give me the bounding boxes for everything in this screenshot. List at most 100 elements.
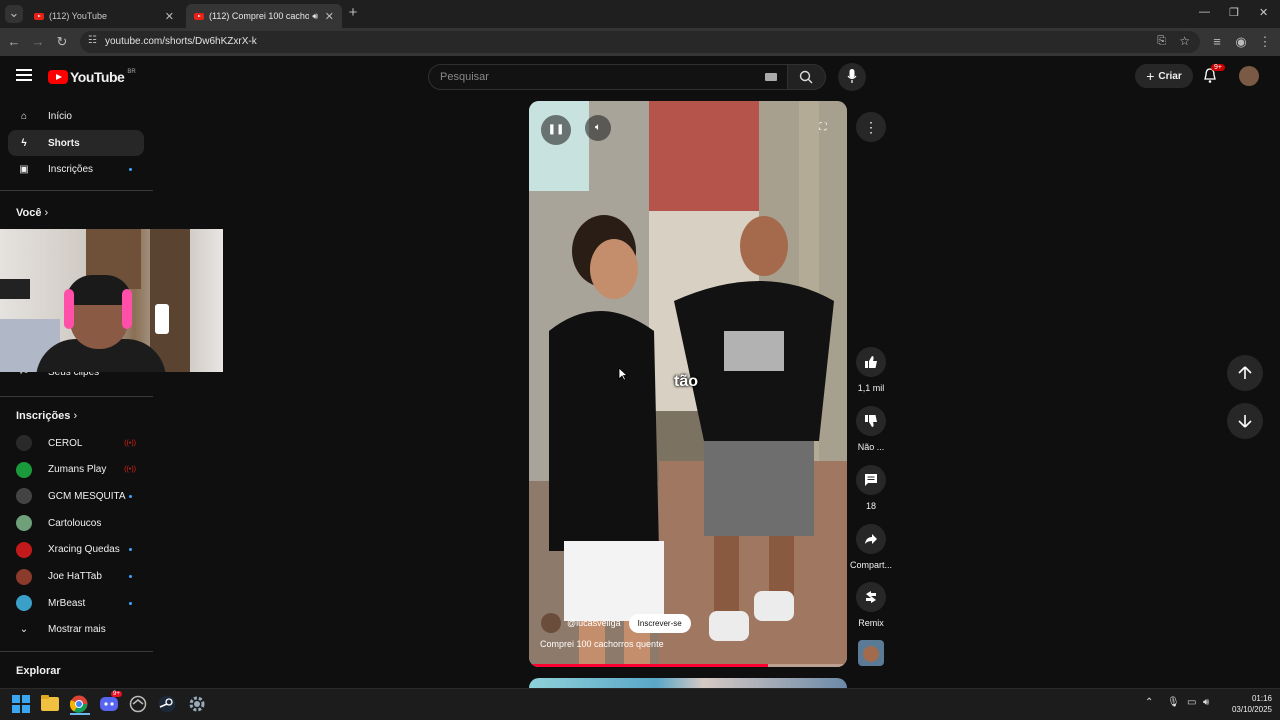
search-input[interactable]: Pesquisar	[428, 64, 788, 90]
address-bar[interactable]: ☷ youtube.com/shorts/Dw6hKZxrX-k ⎘ ☆	[80, 31, 1200, 53]
subscribe-button[interactable]: Inscrever-se	[628, 613, 691, 633]
profile-icon[interactable]: ◉	[1232, 33, 1250, 51]
back-icon[interactable]: ←	[5, 33, 23, 51]
subscription-item[interactable]: CEROL ((•))	[8, 430, 144, 456]
minimize-icon[interactable]: —	[1199, 6, 1210, 18]
dislike-action[interactable]: Não ...	[856, 406, 886, 452]
tab-search-icon[interactable]: ⌄	[5, 5, 23, 23]
short-video-player[interactable]: ❚❚ 🔈︎ ⛶ tão @lucasveiiga Inscrever-se Co…	[529, 101, 847, 667]
install-icon[interactable]: ⎘	[1157, 35, 1166, 48]
restore-icon[interactable]: ❐	[1229, 6, 1239, 19]
sidebar-item-home[interactable]: ⌂ Início	[8, 103, 144, 129]
speaker-icon[interactable]: 🔊︎	[312, 11, 318, 22]
channel-avatar	[16, 541, 32, 558]
windows-start-icon[interactable]	[12, 695, 32, 715]
youtube-logo[interactable]: YouTube BR	[48, 69, 136, 85]
pause-icon[interactable]: ❚❚	[541, 115, 571, 145]
chevron-right-icon: ›	[73, 410, 78, 422]
short-title[interactable]: Comprei 100 cachorros quente	[540, 639, 664, 649]
channel-avatar	[16, 595, 32, 612]
network-icon[interactable]: ▭	[1187, 697, 1196, 708]
subscription-item[interactable]: Xracing Quedas	[8, 537, 144, 563]
logo-text: YouTube	[70, 69, 125, 85]
channel-avatar	[16, 568, 32, 585]
subscription-item[interactable]: Zumans Play ((•))	[8, 457, 144, 483]
clock[interactable]: 01:16 03/10/2025	[1222, 693, 1272, 715]
forward-icon[interactable]: →	[29, 33, 47, 51]
menu-dots-icon[interactable]: ⋮	[1256, 33, 1274, 51]
progress-fill	[529, 664, 768, 667]
chrome-icon[interactable]	[69, 695, 90, 715]
tab-title: (112) YouTube	[49, 11, 108, 21]
subscription-name: Cartoloucos	[48, 517, 102, 529]
discord-icon[interactable]: 9+	[100, 691, 122, 715]
close-window-icon[interactable]: ✕	[1259, 6, 1268, 19]
youtube-page: YouTube BR Pesquisar + Criar 9+ ⌂ Início…	[0, 56, 1280, 688]
hamburger-menu-icon[interactable]	[16, 68, 32, 82]
site-info-icon[interactable]: ☷	[88, 35, 97, 46]
search-icon	[799, 70, 813, 84]
close-tab-icon[interactable]: ✕	[325, 10, 334, 23]
subscription-item[interactable]: GCM MESQUITA	[8, 483, 144, 509]
next-short-button[interactable]	[1227, 403, 1263, 439]
channel-name[interactable]: @lucasveiiga	[567, 618, 621, 628]
new-content-dot	[129, 167, 132, 171]
comments-action[interactable]: 18	[856, 465, 886, 511]
next-short-preview[interactable]	[529, 678, 847, 688]
subscription-item[interactable]: MrBeast	[8, 590, 144, 616]
media-controls-icon[interactable]: ≡	[1208, 33, 1226, 51]
channel-avatar[interactable]	[541, 613, 561, 633]
webcam-overlay	[0, 229, 223, 372]
settings-gear-icon[interactable]	[188, 695, 208, 715]
tab-active-short[interactable]: (112) Comprei 100 cachorro 🔊︎ ✕	[186, 4, 342, 28]
create-button[interactable]: + Criar	[1135, 64, 1193, 88]
microphone-icon	[847, 69, 857, 83]
progress-track[interactable]	[529, 664, 847, 667]
subscription-item[interactable]: Cartoloucos	[8, 510, 144, 536]
like-action[interactable]: 1,1 mil	[856, 347, 886, 393]
sidebar-divider	[0, 190, 153, 191]
new-tab-icon[interactable]: +	[344, 4, 362, 22]
subscription-name: CEROL	[48, 437, 83, 449]
more-options-icon[interactable]: ⋮	[856, 112, 886, 142]
explore-section-title: Explorar	[16, 665, 61, 677]
microphone-tray-icon[interactable]: 🎙︎	[1167, 697, 1180, 708]
channel-avatar	[16, 435, 32, 451]
bookmark-star-icon[interactable]: ☆	[1179, 34, 1190, 48]
sidebar-divider	[0, 396, 153, 397]
keyboard-icon[interactable]	[765, 73, 777, 81]
sound-thumbnail[interactable]	[858, 640, 884, 666]
tray-chevron-up-icon[interactable]: ⌃	[1145, 697, 1153, 708]
sidebar-item-subscriptions[interactable]: ▣ Inscrições	[8, 156, 144, 182]
previous-short-button[interactable]	[1227, 355, 1263, 391]
share-icon	[856, 524, 886, 554]
steam-icon[interactable]	[158, 695, 178, 715]
like-count: 1,1 mil	[857, 383, 885, 393]
tab-youtube-home[interactable]: (112) YouTube ✕	[26, 4, 182, 28]
remix-action[interactable]: Remix	[856, 582, 886, 628]
comment-count: 18	[865, 501, 876, 511]
file-explorer-icon[interactable]	[41, 695, 61, 715]
reload-icon[interactable]: ↻	[53, 33, 71, 51]
notifications-button[interactable]: 9+	[1202, 64, 1225, 86]
speaker-tray-icon[interactable]: 🔊︎	[1203, 697, 1209, 708]
show-more-button[interactable]: ⌄ Mostrar mais	[8, 616, 144, 642]
subscription-item[interactable]: Joe HaTTab	[8, 564, 144, 590]
new-content-dot	[129, 548, 132, 552]
share-action[interactable]: Compart...	[850, 524, 892, 570]
close-tab-icon[interactable]: ✕	[165, 10, 174, 23]
account-avatar[interactable]	[1239, 66, 1259, 86]
thumbs-down-icon	[856, 406, 886, 436]
create-label: Criar	[1158, 70, 1182, 82]
sidebar-item-shorts[interactable]: ϟ Shorts	[8, 130, 144, 156]
search-button[interactable]	[788, 64, 826, 90]
app-icon[interactable]	[129, 695, 149, 715]
browser-tab-bar: ⌄ (112) YouTube ✕ (112) Comprei 100 cach…	[0, 0, 1280, 28]
volume-icon[interactable]: 🔈︎	[585, 115, 611, 141]
you-section-title[interactable]: Você ›	[16, 207, 48, 219]
fullscreen-icon[interactable]: ⛶	[810, 115, 836, 141]
voice-search-button[interactable]	[838, 63, 866, 91]
share-label: Compart...	[849, 560, 892, 570]
tab-title: (112) Comprei 100 cachorro	[209, 11, 309, 21]
subscriptions-section-title[interactable]: Inscrições ›	[16, 410, 77, 422]
